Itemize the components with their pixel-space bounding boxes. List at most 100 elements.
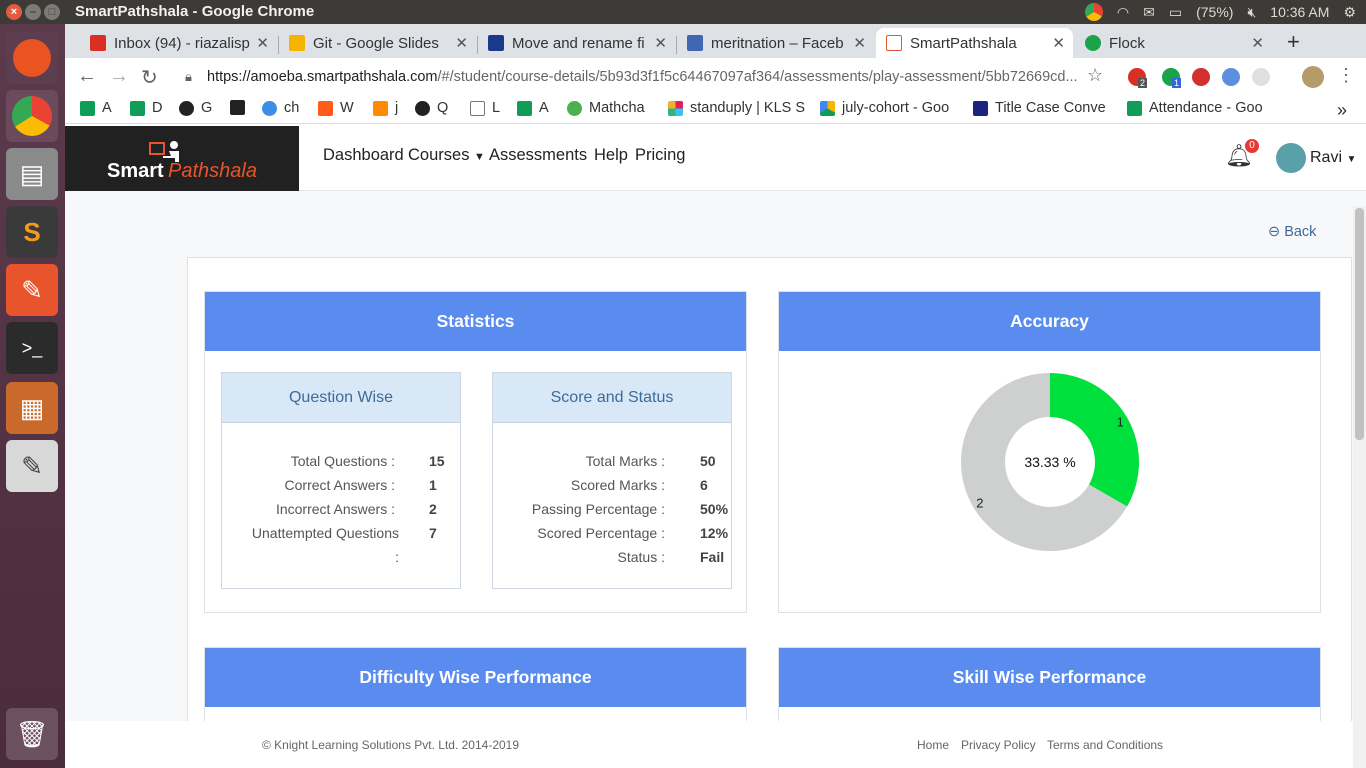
battery-icon[interactable]: ▭	[1169, 4, 1182, 21]
close-tab-icon[interactable]: ✕	[654, 34, 667, 52]
bookmark-item[interactable]: G	[179, 100, 212, 116]
bookmark-item[interactable]: D	[130, 100, 162, 116]
more-bookmarks-icon[interactable]: »	[1337, 100, 1347, 121]
trash-launcher-icon[interactable]: 🗑︎	[6, 708, 58, 760]
wifi-icon[interactable]: ◠	[1117, 4, 1129, 21]
question-wise-box: Question Wise Total Questions : 15 Corre…	[221, 372, 461, 589]
files-launcher-icon[interactable]: ▤	[6, 148, 58, 200]
nav-assessments[interactable]: Assessments	[489, 146, 587, 165]
bookmark-item[interactable]: Q	[415, 100, 448, 116]
bookmark-item[interactable]: A	[517, 100, 549, 116]
tab-label: meritnation – Faceb	[711, 34, 844, 52]
settings-gear-icon[interactable]: ⚙	[1343, 4, 1356, 21]
mail-icon[interactable]: ✉	[1143, 4, 1155, 21]
window-minimize-button[interactable]: –	[25, 4, 41, 20]
extension-icon[interactable]	[1252, 68, 1270, 86]
footer-link-home[interactable]: Home	[917, 738, 949, 752]
video-icon	[488, 35, 504, 51]
bookmark-label: ch	[284, 100, 300, 116]
postman-launcher-icon[interactable]: ✎	[6, 264, 58, 316]
results-card: Statistics Question Wise Total Questions…	[187, 257, 1352, 747]
bookmark-item[interactable]	[230, 100, 252, 115]
extension-icon[interactable]	[1222, 68, 1240, 86]
close-tab-icon[interactable]: ✕	[455, 34, 468, 52]
bookmark-item[interactable]: W	[318, 100, 354, 116]
footer-link-terms[interactable]: Terms and Conditions	[1047, 738, 1163, 752]
window-controls: × – □	[6, 4, 60, 20]
page-scrollbar[interactable]	[1353, 206, 1366, 768]
stat-label: Passing Percentage :	[531, 501, 665, 517]
menu-kebab-icon[interactable]: ⋮	[1337, 65, 1355, 86]
bookmark-label: A	[102, 100, 112, 116]
bookmark-item[interactable]: standuply | KLS S	[668, 100, 805, 116]
logo[interactable]: Smart Pathshala	[65, 126, 299, 191]
close-tab-icon[interactable]: ✕	[1052, 34, 1065, 52]
terminal-launcher-icon[interactable]: >_	[6, 322, 58, 374]
bookmark-item[interactable]: j	[373, 100, 398, 116]
bookmark-item[interactable]: Mathcha	[567, 100, 645, 116]
tab-flock[interactable]: Flock ✕	[1075, 28, 1272, 58]
window-maximize-button[interactable]: □	[44, 4, 60, 20]
score-status-title: Score and Status	[493, 373, 731, 423]
logo-word-smart: Smart	[107, 160, 164, 182]
tab-move-rename[interactable]: Move and rename fi ✕	[478, 28, 675, 58]
text-editor-launcher-icon[interactable]: ✎	[6, 440, 58, 492]
stat-value: 7	[429, 525, 437, 541]
back-link[interactable]: ⊖ Back	[1268, 224, 1316, 240]
tab-label: Flock	[1109, 34, 1145, 52]
logo-word-pathshala: Pathshala	[168, 160, 257, 182]
volume-icon[interactable]: 🔇︎	[1247, 4, 1256, 21]
new-tab-icon[interactable]: +	[1287, 29, 1300, 55]
ubuntu-dash-icon[interactable]	[6, 32, 58, 84]
bookmark-label: Attendance - Goo	[1149, 100, 1263, 116]
chrome-launcher-icon[interactable]	[6, 90, 58, 142]
stat-label: Scored Percentage :	[537, 525, 665, 541]
user-menu[interactable]: Ravi ▼	[1310, 149, 1356, 167]
tab-smartpathshala[interactable]: SmartPathshala ✕	[876, 28, 1073, 58]
bookmark-item[interactable]: L	[470, 100, 500, 116]
close-tab-icon[interactable]: ✕	[853, 34, 866, 52]
bookmark-item[interactable]: ch	[262, 100, 299, 116]
tab-inbox[interactable]: Inbox (94) - riazalisp ✕	[80, 28, 277, 58]
close-tab-icon[interactable]: ✕	[256, 34, 269, 52]
bookmark-star-icon[interactable]: ☆	[1087, 65, 1103, 86]
tab-label: Git - Google Slides	[313, 34, 439, 52]
impress-launcher-icon[interactable]: ▦	[6, 382, 58, 434]
forward-arrow-icon[interactable]: →	[109, 65, 129, 88]
close-tab-icon[interactable]: ✕	[1251, 34, 1264, 52]
clock[interactable]: 10:36 AM	[1270, 4, 1329, 20]
reload-icon[interactable]: ↻	[141, 65, 158, 90]
tab-git-slides[interactable]: Git - Google Slides ✕	[279, 28, 476, 58]
bookmark-item[interactable]: Title Case Conve	[973, 100, 1106, 116]
profile-avatar-icon[interactable]	[1302, 66, 1324, 88]
score-status-box: Score and Status Total Marks : 50 Scored…	[492, 372, 732, 589]
chrome-tray-icon[interactable]	[1084, 3, 1103, 21]
donut-slice-1[interactable]	[1050, 373, 1139, 507]
nav-dashboard[interactable]: Dashboard	[323, 146, 404, 165]
stat-value: 50	[700, 453, 716, 469]
bookmark-label: Title Case Conve	[995, 100, 1106, 116]
yab-extension-icon[interactable]	[1192, 68, 1210, 86]
nav-pricing[interactable]: Pricing	[635, 146, 685, 165]
statistics-title: Statistics	[205, 292, 746, 351]
nav-courses[interactable]: Courses ▼	[408, 146, 485, 165]
tab-meritnation[interactable]: meritnation – Faceb ✕	[677, 28, 874, 58]
back-arrow-icon[interactable]: ←	[77, 65, 97, 88]
footer-link-privacy[interactable]: Privacy Policy	[961, 738, 1036, 752]
bookmark-label: j	[395, 100, 399, 116]
sublime-launcher-icon[interactable]: S	[6, 206, 58, 258]
scrollbar-thumb[interactable]	[1355, 208, 1364, 440]
sheets-icon	[517, 100, 532, 116]
stat-label: Correct Answers :	[284, 477, 395, 493]
stat-value: 6	[700, 477, 708, 493]
bookmark-item[interactable]: july-cohort - Goo	[820, 100, 949, 116]
nav-help[interactable]: Help	[594, 146, 628, 165]
skill-title: Skill Wise Performance	[779, 648, 1320, 707]
window-close-button[interactable]: ×	[6, 4, 22, 20]
bookmark-item[interactable]: Attendance - Goo	[1127, 100, 1263, 116]
address-bar[interactable]: 🔒︎ https://amoeba.smartpathshala.com/#/s…	[183, 63, 1093, 91]
question-wise-title: Question Wise	[222, 373, 460, 423]
bookmark-item[interactable]: A	[80, 100, 112, 116]
avatar[interactable]	[1276, 143, 1306, 173]
bookmark-label: A	[539, 100, 549, 116]
